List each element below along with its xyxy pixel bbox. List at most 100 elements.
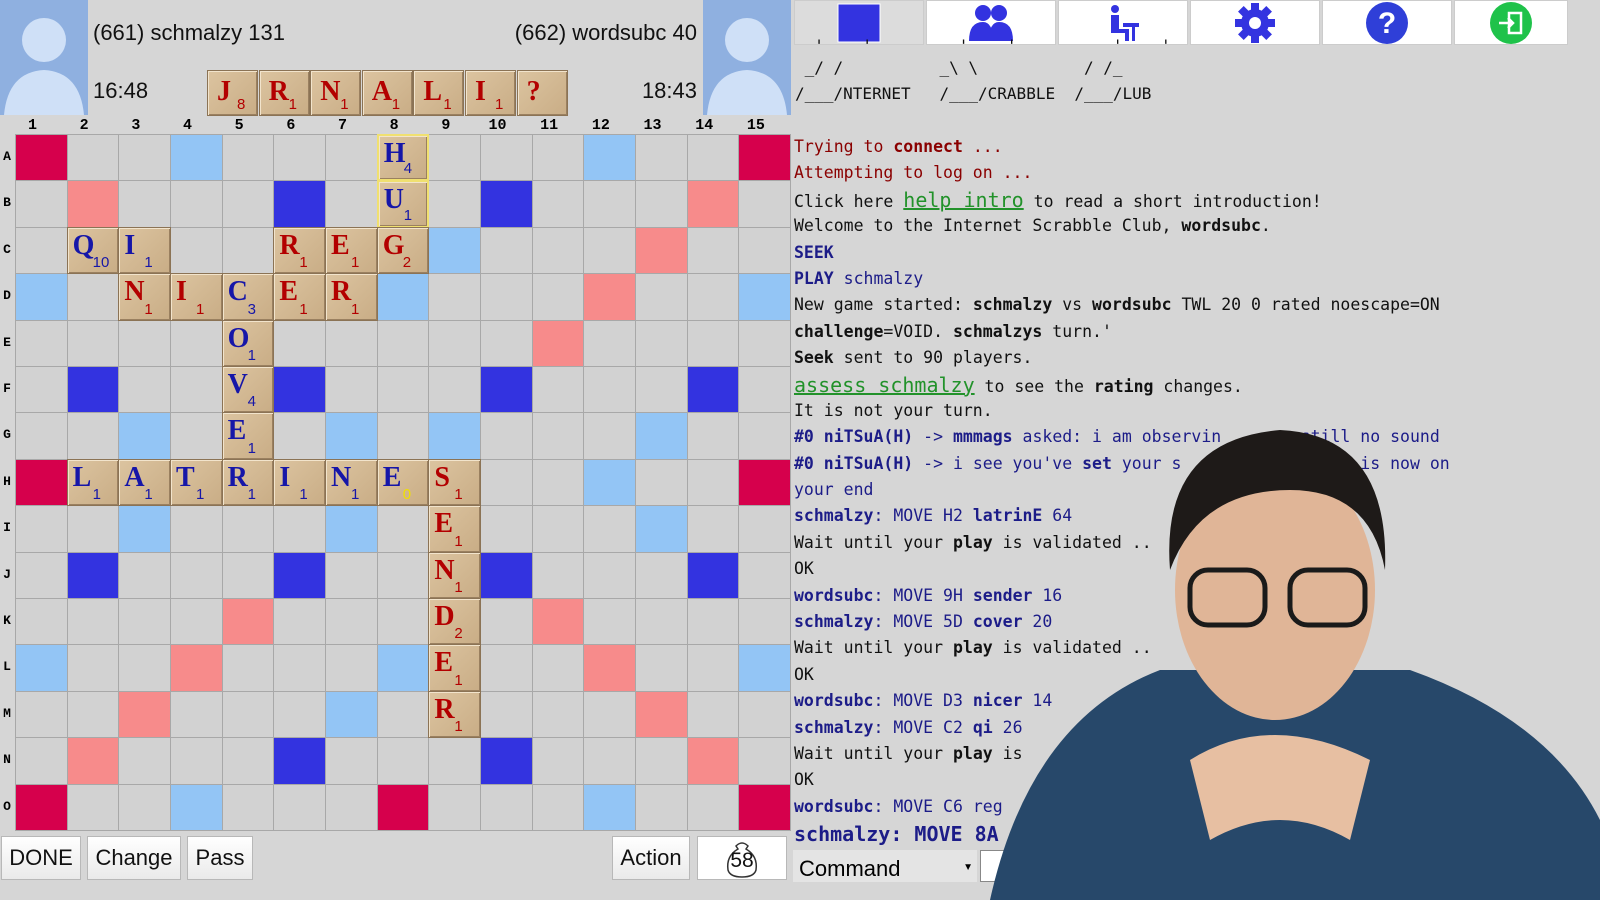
board-square-plain[interactable] <box>583 551 637 599</box>
board-square-double-letter[interactable] <box>428 412 482 460</box>
board-square-plain[interactable] <box>221 783 275 831</box>
command-select[interactable]: Command ▼ <box>793 850 977 882</box>
board-square-plain[interactable] <box>531 134 585 182</box>
board-square-plain[interactable] <box>221 180 275 228</box>
board-square-plain[interactable] <box>686 644 740 692</box>
board-square-double-letter[interactable] <box>583 783 637 831</box>
board-square-double-word[interactable] <box>531 319 585 367</box>
board-square-plain[interactable] <box>531 690 585 739</box>
action-button[interactable]: Action <box>612 836 690 880</box>
rack-tile[interactable]: A1 <box>361 70 413 116</box>
board-square-plain[interactable] <box>635 737 688 785</box>
board-square-plain[interactable] <box>428 737 482 785</box>
board-square-double-letter[interactable] <box>118 505 171 553</box>
board-square-triple-word[interactable] <box>376 783 430 831</box>
board-square-plain[interactable] <box>738 551 792 599</box>
board-square-plain[interactable] <box>738 505 792 553</box>
board-square-plain[interactable] <box>325 319 378 367</box>
board-square-plain[interactable] <box>738 690 792 739</box>
board-square-triple-word[interactable] <box>738 458 792 507</box>
board-square-double-letter[interactable] <box>118 412 171 460</box>
board-square-plain[interactable] <box>15 180 68 228</box>
board-square-plain[interactable] <box>273 505 326 553</box>
board-square-plain[interactable] <box>531 644 585 692</box>
board-square-triple-letter[interactable] <box>273 180 326 228</box>
board-square-plain[interactable] <box>15 226 68 275</box>
board-square-plain[interactable] <box>221 134 275 182</box>
board-square-plain[interactable] <box>66 134 120 182</box>
toolbar-settings-button[interactable] <box>1190 0 1320 45</box>
board-square-double-word[interactable] <box>686 180 740 228</box>
board-square-plain[interactable] <box>583 366 637 414</box>
board-square-plain[interactable] <box>428 273 482 321</box>
board-square-triple-letter[interactable] <box>480 366 533 414</box>
board-square-plain[interactable] <box>273 598 326 646</box>
board-square-plain[interactable] <box>221 690 275 739</box>
board-square-plain[interactable] <box>376 551 430 599</box>
board-square-plain[interactable] <box>325 783 378 831</box>
board-square-triple-word[interactable] <box>738 783 792 831</box>
board-square-double-letter[interactable] <box>325 505 378 553</box>
board-square-triple-word[interactable] <box>15 783 68 831</box>
board-square-plain[interactable] <box>480 319 533 367</box>
board-square-plain[interactable] <box>738 412 792 460</box>
board-square-plain[interactable] <box>480 226 533 275</box>
board-square-plain[interactable] <box>531 783 585 831</box>
board-square-triple-letter[interactable] <box>273 737 326 785</box>
board-square-plain[interactable] <box>686 134 740 182</box>
board-square-plain[interactable] <box>738 319 792 367</box>
board-square-plain[interactable] <box>480 783 533 831</box>
board-square-plain[interactable] <box>480 690 533 739</box>
board-square-plain[interactable] <box>428 180 482 228</box>
board-square-plain[interactable] <box>273 412 326 460</box>
board-square-plain[interactable] <box>66 783 120 831</box>
board-square-plain[interactable] <box>480 458 533 507</box>
board-square-plain[interactable] <box>635 458 688 507</box>
rack-tile[interactable]: I1 <box>465 70 516 116</box>
board-square-plain[interactable] <box>635 783 688 831</box>
board-square-plain[interactable] <box>325 737 378 785</box>
board-square-plain[interactable] <box>170 226 223 275</box>
board-square-double-word[interactable] <box>635 226 688 275</box>
board-square-double-letter[interactable] <box>583 458 637 507</box>
board-square-plain[interactable] <box>583 690 637 739</box>
toolbar-logout-button[interactable] <box>1454 0 1568 45</box>
board-square-double-letter[interactable] <box>738 273 792 321</box>
board-square-plain[interactable] <box>376 505 430 553</box>
board-square-double-letter[interactable] <box>376 644 430 692</box>
board-square-plain[interactable] <box>170 180 223 228</box>
board-square-plain[interactable] <box>221 505 275 553</box>
board-square-plain[interactable] <box>376 366 430 414</box>
board-square-plain[interactable] <box>118 551 171 599</box>
board-square-plain[interactable] <box>738 366 792 414</box>
board-square-plain[interactable] <box>221 737 275 785</box>
board-square-plain[interactable] <box>635 644 688 692</box>
board-square-plain[interactable] <box>531 551 585 599</box>
board-square-double-word[interactable] <box>583 273 637 321</box>
board-square-plain[interactable] <box>273 690 326 739</box>
board-square-plain[interactable] <box>15 690 68 739</box>
board-square-plain[interactable] <box>531 737 585 785</box>
board-square-double-letter[interactable] <box>635 412 688 460</box>
board-square-plain[interactable] <box>376 737 430 785</box>
board-square-plain[interactable] <box>531 180 585 228</box>
board-square-plain[interactable] <box>118 737 171 785</box>
board-square-plain[interactable] <box>15 737 68 785</box>
board-square-plain[interactable] <box>583 412 637 460</box>
board-square-plain[interactable] <box>273 783 326 831</box>
board-square-plain[interactable] <box>480 644 533 692</box>
board-square-triple-letter[interactable] <box>480 180 533 228</box>
board-square-plain[interactable] <box>738 226 792 275</box>
board-square-triple-letter[interactable] <box>66 551 120 599</box>
board-square-plain[interactable] <box>325 180 378 228</box>
board-square-plain[interactable] <box>738 737 792 785</box>
board-square-plain[interactable] <box>15 412 68 460</box>
board-square-plain[interactable] <box>376 319 430 367</box>
board-square-triple-letter[interactable] <box>66 366 120 414</box>
board-square-plain[interactable] <box>118 598 171 646</box>
board-square-plain[interactable] <box>686 273 740 321</box>
board-square-double-word[interactable] <box>170 644 223 692</box>
board-square-plain[interactable] <box>118 366 171 414</box>
board-square-plain[interactable] <box>376 598 430 646</box>
board-square-plain[interactable] <box>170 366 223 414</box>
